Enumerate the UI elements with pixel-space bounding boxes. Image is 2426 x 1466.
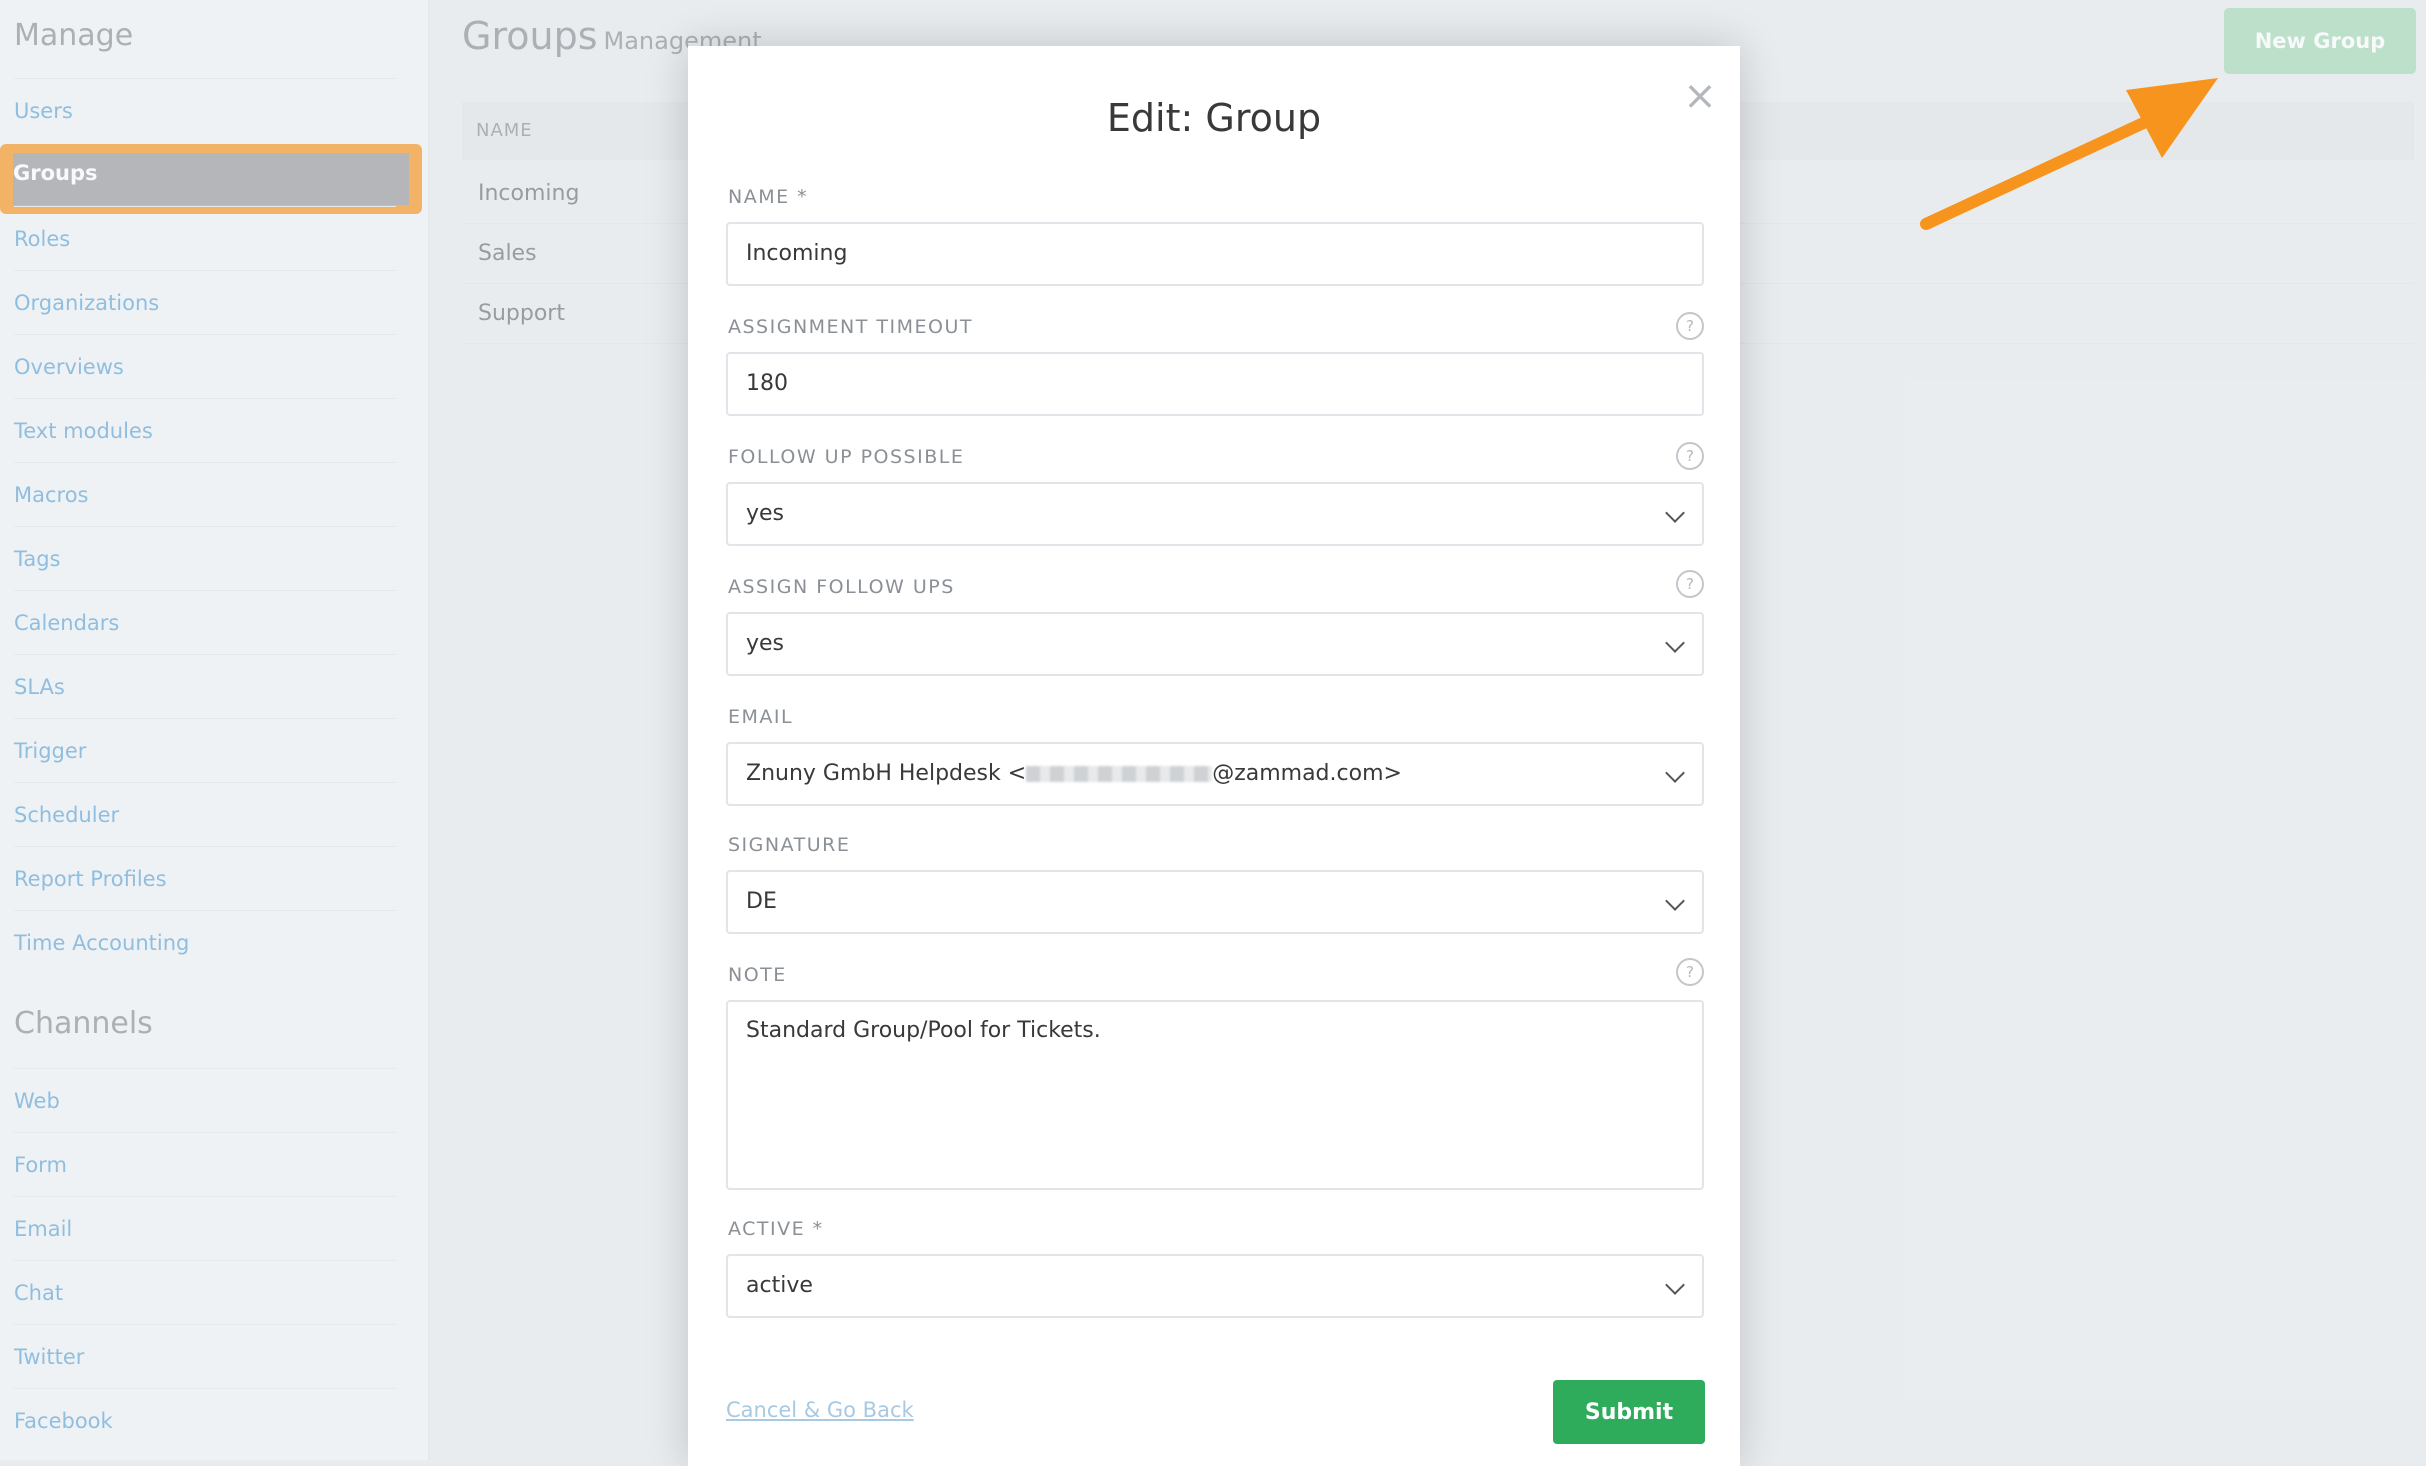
annotation-arrow-icon [1920, 78, 2218, 230]
sidebar-item-macros[interactable]: Macros [14, 462, 396, 526]
channels-heading: Channels [14, 1006, 153, 1041]
manage-heading: Manage [14, 18, 134, 53]
active-value: active [746, 1273, 813, 1298]
signature-select[interactable]: DE [726, 870, 1704, 934]
signature-value: DE [746, 889, 777, 914]
email-value-prefix: Znuny GmbH Helpdesk < [746, 761, 1027, 786]
chevron-down-icon [1665, 1275, 1685, 1295]
sidebar-item-scheduler[interactable]: Scheduler [14, 782, 396, 846]
sidebar-item-twitter[interactable]: Twitter [14, 1324, 396, 1388]
assignment-timeout-field[interactable]: 180 [726, 352, 1704, 416]
sidebar-item-roles[interactable]: Roles [14, 206, 396, 270]
modal-title: Edit: Group [1106, 96, 1322, 140]
sidebar-item-email[interactable]: Email [14, 1196, 396, 1260]
sidebar-item-organizations[interactable]: Organizations [14, 270, 396, 334]
sidebar-item-text-modules[interactable]: Text modules [14, 398, 396, 462]
sidebar-item-overviews[interactable]: Overviews [14, 334, 396, 398]
sidebar-item-slas[interactable]: SLAs [14, 654, 396, 718]
cancel-go-back-link[interactable]: Cancel & Go Back [726, 1398, 914, 1422]
note-textarea[interactable]: Standard Group/Pool for Tickets. [726, 1000, 1704, 1190]
chevron-down-icon [1665, 503, 1685, 523]
follow-up-possible-value: yes [746, 501, 785, 526]
name-field[interactable]: Incoming [726, 222, 1704, 286]
help-icon[interactable]: ? [1676, 442, 1704, 470]
active-select[interactable]: active [726, 1254, 1704, 1318]
edit-group-modal: Edit: Group × NAME * Incoming ASSIGNMENT… [688, 46, 1740, 1466]
sidebar: Manage Users Groups Roles Organizations … [0, 0, 430, 1460]
new-group-button[interactable]: New Group [2224, 8, 2416, 74]
signature-label: SIGNATURE [728, 834, 851, 856]
sidebar-item-report-profiles[interactable]: Report Profiles [14, 846, 396, 910]
page-title-text: Groups [462, 14, 598, 58]
sidebar-item-form[interactable]: Form [14, 1132, 396, 1196]
sidebar-item-calendars[interactable]: Calendars [14, 590, 396, 654]
email-select[interactable]: Znuny GmbH Helpdesk < @zammad.com> [726, 742, 1704, 806]
active-label: ACTIVE * [728, 1218, 824, 1240]
note-label: NOTE [728, 964, 787, 986]
follow-up-possible-label: FOLLOW UP POSSIBLE [728, 446, 965, 468]
name-label: NAME * [728, 186, 809, 208]
sidebar-item-users[interactable]: Users [14, 78, 396, 142]
submit-button[interactable]: Submit [1553, 1380, 1705, 1444]
email-value-suffix: @zammad.com> [1212, 761, 1402, 786]
assign-follow-ups-select[interactable]: yes [726, 612, 1704, 676]
help-icon[interactable]: ? [1676, 570, 1704, 598]
assign-follow-ups-value: yes [746, 631, 785, 656]
email-label: EMAIL [728, 706, 794, 728]
chevron-down-icon [1665, 763, 1685, 783]
sidebar-item-trigger[interactable]: Trigger [14, 718, 396, 782]
sidebar-item-tags[interactable]: Tags [14, 526, 396, 590]
help-icon[interactable]: ? [1676, 312, 1704, 340]
sidebar-item-groups-label: Groups [13, 153, 409, 205]
chevron-down-icon [1665, 891, 1685, 911]
sidebar-item-web[interactable]: Web [14, 1068, 396, 1132]
follow-up-possible-select[interactable]: yes [726, 482, 1704, 546]
sidebar-item-facebook[interactable]: Facebook [14, 1388, 396, 1452]
help-icon[interactable]: ? [1676, 958, 1704, 986]
sidebar-item-groups[interactable]: Groups [0, 144, 422, 214]
assign-follow-ups-label: ASSIGN FOLLOW UPS [728, 576, 955, 598]
sidebar-item-time-accounting[interactable]: Time Accounting [14, 910, 396, 974]
close-icon[interactable]: × [1680, 76, 1720, 116]
assignment-timeout-label: ASSIGNMENT TIMEOUT [728, 316, 973, 338]
redacted-email-mask [1026, 766, 1213, 782]
chevron-down-icon [1665, 633, 1685, 653]
sidebar-item-chat[interactable]: Chat [14, 1260, 396, 1324]
